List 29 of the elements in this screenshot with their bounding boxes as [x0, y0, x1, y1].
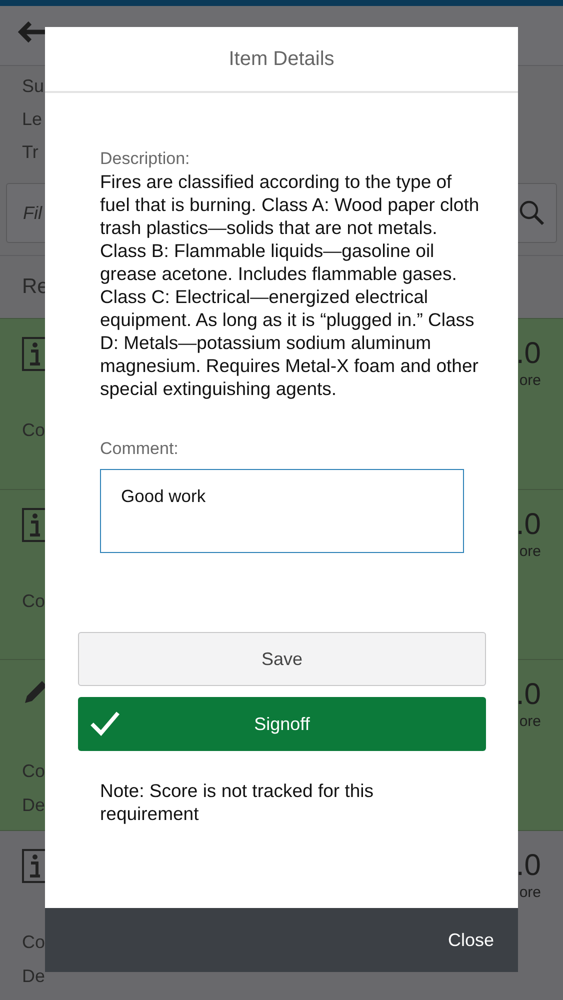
- score-label: ore: [518, 371, 541, 391]
- card-text: Co: [22, 419, 44, 442]
- score-value: .0: [516, 508, 541, 542]
- score-label: ore: [518, 712, 541, 732]
- dialog-title: Item Details: [45, 27, 518, 93]
- close-button[interactable]: Close: [448, 926, 494, 954]
- checkmark-icon: [90, 710, 120, 736]
- card-text: Co: [22, 590, 44, 612]
- signoff-button[interactable]: Signoff: [78, 697, 486, 751]
- note-text: Note: Score is not tracked for this requirement: [100, 779, 375, 825]
- search-icon: [519, 200, 545, 226]
- back-arrow-icon[interactable]: [18, 20, 46, 42]
- save-button[interactable]: Save: [78, 632, 486, 686]
- score-value: .0: [516, 848, 541, 882]
- score-value: .0: [516, 337, 541, 371]
- score-label: ore: [518, 882, 541, 902]
- card-text: De: [22, 794, 44, 817]
- score-value: .0: [516, 678, 541, 712]
- description-label: Description:: [100, 148, 191, 170]
- card-text: Co: [22, 930, 44, 954]
- score-label: ore: [518, 542, 541, 562]
- info-label: Tr: [22, 141, 40, 164]
- card-text: Co: [22, 760, 44, 783]
- info-label: Su: [22, 75, 44, 98]
- description-text: Fires are classified according to the type of fuel that is burning. Class A: Wood paper cloth trash plastics—solids that are not metals. Class B: Flammable liquids—gasoline oil grease acetone. Includes flammable gases. Class C: Electrical—energized electrical equipment. As long as it is “plugged in.” Class D: Metals—potassium sodium aluminum magnesium. Requires Metal-X foam and other special extinguishing agents.: [100, 170, 480, 400]
- comment-label: Comment:: [100, 438, 180, 460]
- card-text: De: [22, 964, 44, 988]
- comment-field[interactable]: Good work: [100, 469, 464, 553]
- info-label: Le: [22, 108, 44, 131]
